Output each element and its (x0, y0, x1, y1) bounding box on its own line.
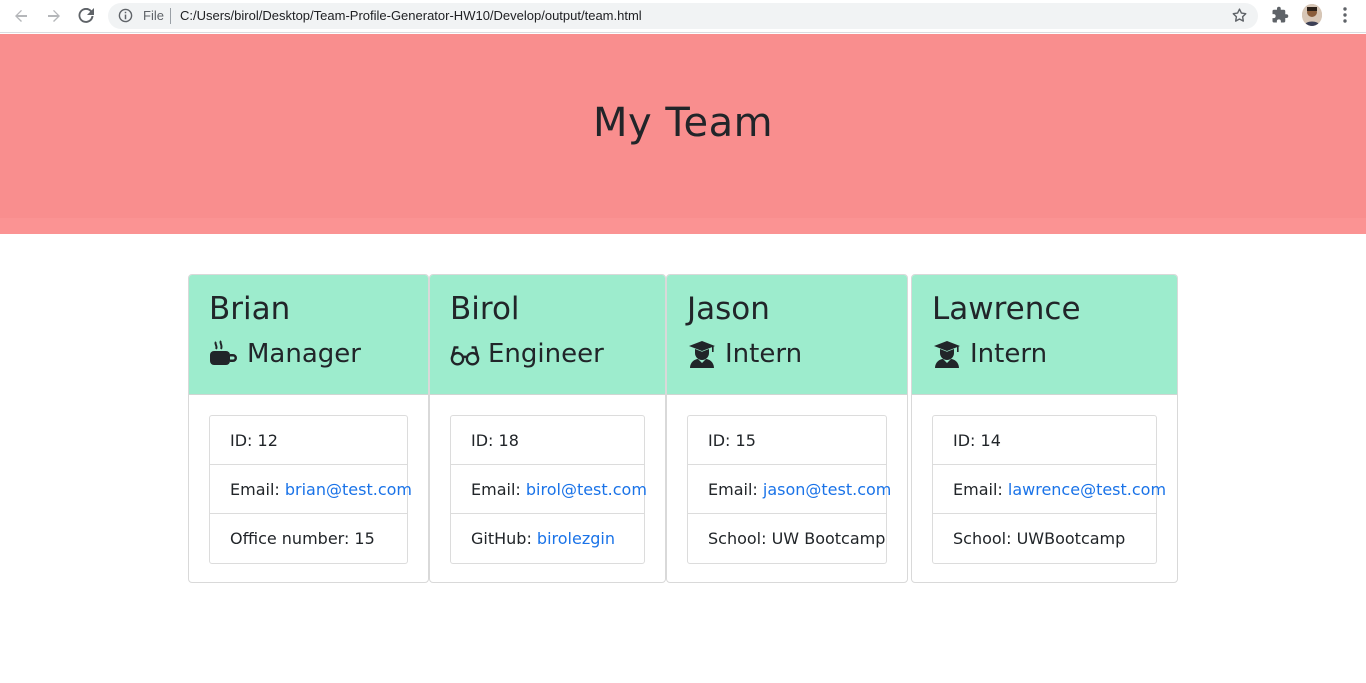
file-label: File (143, 8, 164, 23)
id-item: ID: 12 (210, 416, 407, 465)
github-item: GitHub: birolezgin (451, 514, 644, 563)
email-label: Email: (708, 480, 763, 499)
details-list: ID: 12 Email: brian@test.com Office numb… (209, 415, 412, 564)
address-bar[interactable]: File C:/Users/birol/Desktop/Team-Profile… (108, 3, 1258, 29)
graduate-icon (932, 339, 962, 369)
role-label: Intern (970, 339, 1048, 369)
card-header: Birol Engineer (430, 275, 665, 395)
email-link[interactable]: lawrence@test.com (1008, 480, 1166, 499)
reload-button[interactable] (75, 5, 97, 27)
github-link[interactable]: birolezgin (537, 529, 615, 548)
page-title: My Team (592, 100, 774, 146)
banner-bottom-strip (0, 218, 1366, 234)
school-item: School: UW Bootcamp (708, 529, 886, 548)
email-label: Email: (471, 480, 526, 499)
id-item: ID: 14 (933, 416, 1156, 465)
employee-card: Brian Manager ID: 12 Email: brian@test.c… (188, 274, 429, 583)
card-header: Lawrence Intern (912, 275, 1177, 395)
employee-role: Manager (209, 339, 361, 369)
avatar[interactable] (1302, 4, 1322, 26)
employee-role: Engineer (450, 339, 604, 369)
employee-name: Birol (450, 291, 520, 327)
employee-name: Jason (687, 291, 770, 327)
email-item: Email: brian@test.com (210, 465, 412, 514)
team-banner: My Team (0, 34, 1366, 234)
employee-role: Intern (687, 339, 802, 369)
role-label: Intern (725, 339, 803, 369)
url-text[interactable]: C:/Users/birol/Desktop/Team-Profile-Gene… (180, 8, 642, 23)
employee-name: Brian (209, 291, 291, 327)
school-item: School: UWBootcamp (953, 529, 1126, 548)
kebab-menu-icon[interactable] (1338, 6, 1352, 29)
back-button[interactable] (10, 5, 32, 27)
info-icon[interactable] (118, 8, 133, 28)
puzzle-icon[interactable] (1271, 6, 1289, 29)
forward-button[interactable] (43, 5, 65, 27)
employee-card: Jason Intern ID: 15 Email: jason@test.co… (666, 274, 908, 583)
office-number-item: Office number: 15 (230, 529, 375, 548)
card-header: Jason Intern (667, 275, 907, 395)
arrow-left-icon (15, 10, 27, 22)
email-link[interactable]: birol@test.com (526, 480, 647, 499)
star-icon[interactable] (1231, 7, 1248, 29)
mug-icon (209, 339, 239, 369)
employee-role: Intern (932, 339, 1047, 369)
role-label: Manager (247, 339, 361, 369)
employee-card: Birol Engineer ID: 18 Email: birol@test.… (429, 274, 666, 583)
email-item: Email: birol@test.com (451, 465, 647, 514)
omnibox-divider (170, 8, 171, 24)
glasses-icon (450, 339, 480, 369)
graduate-icon (687, 339, 717, 369)
email-item: Email: lawrence@test.com (933, 465, 1166, 514)
github-label: GitHub: (471, 529, 537, 548)
card-header: Brian Manager (189, 275, 428, 395)
browser-toolbar: File C:/Users/birol/Desktop/Team-Profile… (0, 0, 1366, 33)
email-link[interactable]: brian@test.com (285, 480, 412, 499)
reload-icon (78, 8, 94, 23)
email-link[interactable]: jason@test.com (763, 480, 892, 499)
email-item: Email: jason@test.com (688, 465, 891, 514)
email-label: Email: (953, 480, 1008, 499)
email-label: Email: (230, 480, 285, 499)
id-item: ID: 18 (451, 416, 644, 465)
details-list: ID: 15 Email: jason@test.com School: UW … (687, 415, 891, 564)
arrow-right-icon (48, 10, 60, 22)
employee-card: Lawrence Intern ID: 14 Email: lawrence@t… (911, 274, 1178, 583)
details-list: ID: 18 Email: birol@test.com GitHub: bir… (450, 415, 647, 564)
employee-name: Lawrence (932, 291, 1081, 327)
id-item: ID: 15 (688, 416, 886, 465)
details-list: ID: 14 Email: lawrence@test.com School: … (932, 415, 1166, 564)
role-label: Engineer (488, 339, 604, 369)
